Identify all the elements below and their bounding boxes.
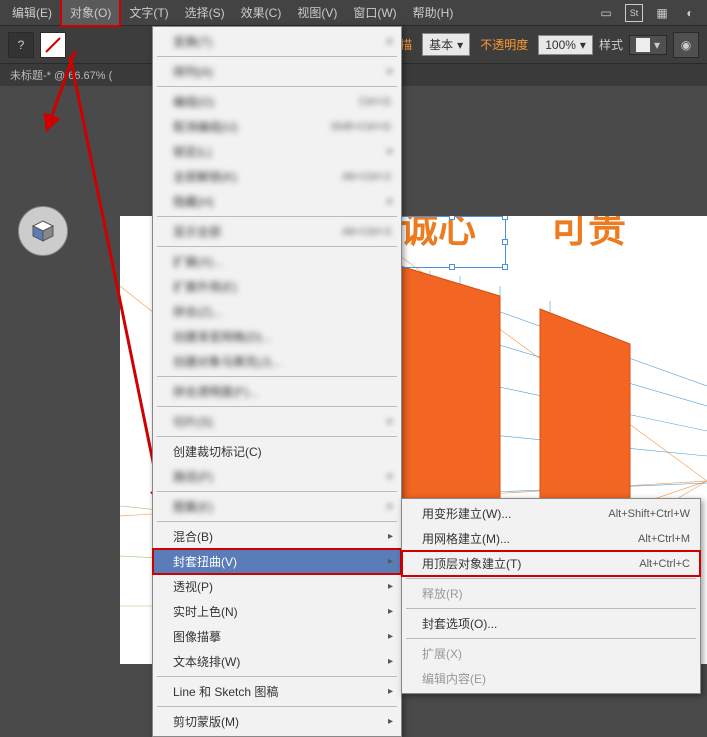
menu-item-obj-7[interactable]: 显示全部Alt+Ctrl+3 bbox=[153, 219, 401, 244]
menu-item-obj-1[interactable]: 排列(A) bbox=[153, 59, 401, 84]
menu-item-obj-16[interactable]: 路径(P) bbox=[153, 464, 401, 489]
menu-window[interactable]: 窗口(W) bbox=[345, 0, 404, 25]
submenu-item-5[interactable]: 扩展(X) bbox=[402, 641, 700, 666]
menu-object[interactable]: 对象(O) bbox=[60, 0, 121, 27]
menu-item-obj-10[interactable]: 拼合(Z)... bbox=[153, 299, 401, 324]
menu-item-obj-2[interactable]: 编组(G)Ctrl+G bbox=[153, 89, 401, 114]
menu-item-obj-11[interactable]: 创建渐变网格(D)... bbox=[153, 324, 401, 349]
menu-item-obj-21[interactable]: 实时上色(N) bbox=[153, 599, 401, 624]
menu-item-obj-8[interactable]: 扩展(X)... bbox=[153, 249, 401, 274]
menu-item-obj-4[interactable]: 锁定(L) bbox=[153, 139, 401, 164]
submenu-item-3[interactable]: 释放(R) bbox=[402, 581, 700, 606]
menu-item-obj-20[interactable]: 透视(P) bbox=[153, 574, 401, 599]
help-icon[interactable]: ? bbox=[8, 32, 34, 58]
menu-item-obj-12[interactable]: 创建对象马赛克(J)... bbox=[153, 349, 401, 374]
menu-view[interactable]: 视图(V) bbox=[289, 0, 345, 25]
menu-edit[interactable]: 编辑(E) bbox=[4, 0, 60, 25]
layout-icon[interactable]: ▦ bbox=[653, 4, 671, 22]
style-label: 样式 bbox=[599, 36, 623, 53]
menu-text[interactable]: 文字(T) bbox=[121, 0, 176, 25]
menu-item-obj-3[interactable]: 取消编组(U)Shift+Ctrl+G bbox=[153, 114, 401, 139]
envelope-submenu: 用变形建立(W)...Alt+Shift+Ctrl+W用网格建立(M)...Al… bbox=[401, 498, 701, 694]
brush-icon[interactable] bbox=[40, 32, 66, 58]
document-title: 未标题-* @ 66.67% ( bbox=[10, 67, 112, 83]
menu-item-obj-5[interactable]: 全部解锁(K)Alt+Ctrl+2 bbox=[153, 164, 401, 189]
menu-item-obj-6[interactable]: 隐藏(H) bbox=[153, 189, 401, 214]
perspective-widget[interactable] bbox=[18, 206, 68, 256]
panel-icon[interactable]: ▭ bbox=[597, 4, 615, 22]
menu-item-obj-14[interactable]: 切片(S) bbox=[153, 409, 401, 434]
opacity-label: 不透明度 bbox=[480, 36, 528, 53]
menu-item-obj-17[interactable]: 图案(E) bbox=[153, 494, 401, 519]
menu-item-obj-23[interactable]: 文本绕排(W) bbox=[153, 649, 401, 674]
menu-item-obj-24[interactable]: Line 和 Sketch 图稿 bbox=[153, 679, 401, 704]
basic-dropdown[interactable]: 基本▾ bbox=[422, 33, 470, 56]
menu-help[interactable]: 帮助(H) bbox=[405, 0, 462, 25]
menu-item-obj-19[interactable]: 封套扭曲(V) bbox=[153, 549, 401, 574]
menu-select[interactable]: 选择(S) bbox=[177, 0, 233, 25]
style-dropdown[interactable]: ▾ bbox=[629, 35, 667, 55]
menu-effect[interactable]: 效果(C) bbox=[233, 0, 290, 25]
menu-item-obj-13[interactable]: 拼合透明度(F)... bbox=[153, 379, 401, 404]
extra-icon[interactable]: ◉ bbox=[673, 32, 699, 58]
submenu-item-2[interactable]: 用顶层对象建立(T)Alt+Ctrl+C bbox=[402, 551, 700, 576]
menu-item-obj-9[interactable]: 扩展外观(E) bbox=[153, 274, 401, 299]
submenu-item-0[interactable]: 用变形建立(W)...Alt+Shift+Ctrl+W bbox=[402, 501, 700, 526]
menubar: 编辑(E) 对象(O) 文字(T) 选择(S) 效果(C) 视图(V) 窗口(W… bbox=[0, 0, 707, 26]
menu-item-obj-0[interactable]: 变换(T) bbox=[153, 29, 401, 54]
menu-item-obj-22[interactable]: 图像描摹 bbox=[153, 624, 401, 649]
menu-item-obj-18[interactable]: 混合(B) bbox=[153, 524, 401, 549]
st-icon[interactable]: St bbox=[625, 4, 643, 22]
opacity-field[interactable]: 100%▾ bbox=[538, 35, 593, 55]
object-menu: 变换(T) 排列(A) 编组(G)Ctrl+G取消编组(U)Shift+Ctrl+G… bbox=[152, 26, 402, 737]
submenu-item-6[interactable]: 编辑内容(E) bbox=[402, 666, 700, 691]
sync-icon[interactable]: ◐ bbox=[681, 4, 699, 22]
submenu-item-4[interactable]: 封套选项(O)... bbox=[402, 611, 700, 636]
menu-item-obj-25[interactable]: 剪切蒙版(M) bbox=[153, 709, 401, 734]
selection-bbox[interactable] bbox=[398, 216, 506, 268]
submenu-item-1[interactable]: 用网格建立(M)...Alt+Ctrl+M bbox=[402, 526, 700, 551]
menu-item-obj-15[interactable]: 创建裁切标记(C) bbox=[153, 439, 401, 464]
